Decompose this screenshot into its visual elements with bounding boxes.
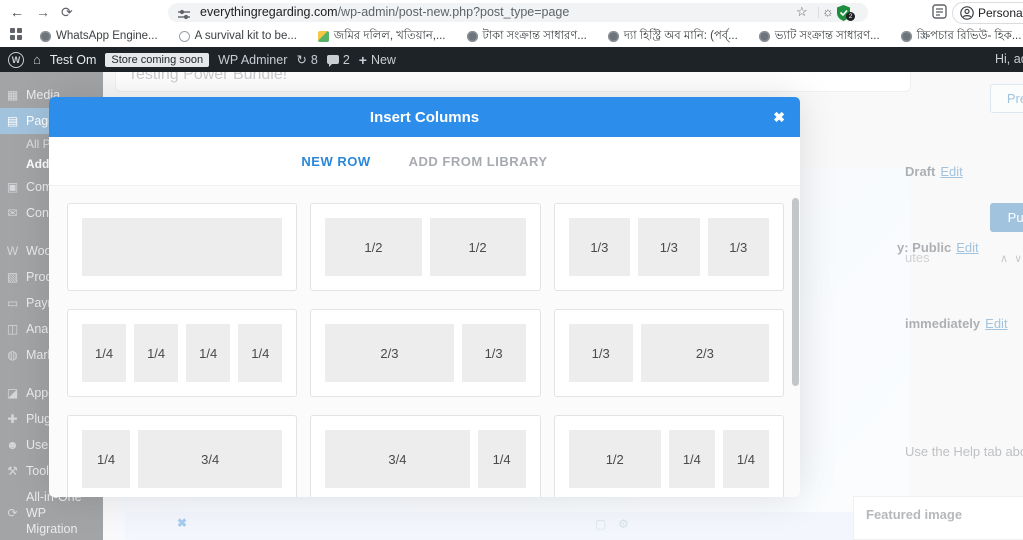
column-layout-option-quarter-three-quarters[interactable]: 1/43/4 xyxy=(67,415,297,497)
modal-close-icon[interactable]: ✖ xyxy=(773,97,785,137)
column-block: 1/2 xyxy=(430,218,526,276)
site-favicon-icon xyxy=(179,31,190,42)
bookmark-label: টাকা সংক্রান্ত সাধারণ... xyxy=(483,27,587,46)
profile-label: Personal xyxy=(978,6,1023,20)
globe-favicon-icon xyxy=(40,31,51,42)
globe-favicon-icon xyxy=(759,31,770,42)
column-block: 1/4 xyxy=(478,430,526,488)
store-coming-soon-badge: Store coming soon xyxy=(105,53,209,67)
bookmark-item-vat-songkranto[interactable]: ভ্যাট সংক্রান্ত সাধারণ... xyxy=(759,27,880,46)
address-bar[interactable]: everythingregarding.com/wp-admin/post-ne… xyxy=(168,3,868,22)
updates-icon: ↻ xyxy=(296,52,306,67)
column-block: 1/2 xyxy=(325,218,421,276)
column-layout-option-half-half[interactable]: 1/21/2 xyxy=(310,203,540,291)
new-label: New xyxy=(371,53,396,67)
bookmarks-list: WhatsApp Engine... A survival kit to be..… xyxy=(40,27,1023,46)
wp-adminer-link[interactable]: WP Adminer xyxy=(218,53,287,67)
brightness-extension-icon[interactable]: ☼ xyxy=(822,4,834,19)
column-block: 2/3 xyxy=(641,324,769,382)
column-block: 1/4 xyxy=(186,324,230,382)
column-block: 1/4 xyxy=(134,324,178,382)
column-block: 1/4 xyxy=(82,324,126,382)
bookmark-item-jomir-dolil[interactable]: জমির দলিল, খতিয়ান,... xyxy=(318,27,446,46)
comment-bubble-icon xyxy=(327,55,339,64)
column-block: 3/4 xyxy=(138,430,282,488)
bookmark-item-scripture-review[interactable]: স্ক্রিপচার রিভিউ- হিক... xyxy=(901,27,1022,46)
column-block: 2/3 xyxy=(325,324,453,382)
site-settings-icon[interactable] xyxy=(178,7,190,25)
modal-title: Insert Columns xyxy=(370,109,479,126)
site-name-link[interactable]: Test Om xyxy=(50,53,97,67)
wordpress-logo-icon[interactable]: W xyxy=(8,52,24,68)
column-block: 1/3 xyxy=(569,218,630,276)
bookmark-label: জমির দলিল, খতিয়ান,... xyxy=(334,27,446,46)
screen: ← → ⟳ everythingregarding.com/wp-admin/p… xyxy=(0,0,1023,540)
column-layout-option-half-quarter-quarter[interactable]: 1/21/41/4 xyxy=(554,415,784,497)
bookmark-item-history-of-money[interactable]: দ্যা হিস্ট্রি অব মানি: (পর্ব্... xyxy=(608,27,738,46)
new-content-menu[interactable]: + New xyxy=(359,52,396,68)
column-block: 1/3 xyxy=(569,324,633,382)
insert-columns-modal: Insert Columns ✖ NEW ROW ADD FROM LIBRAR… xyxy=(49,97,800,497)
browser-back-icon[interactable]: ← xyxy=(10,2,24,22)
browser-reload-icon[interactable]: ⟳ xyxy=(61,2,73,22)
shield-badge-count: 2 xyxy=(846,12,855,21)
wp-admin-workspace: ▦Media▤PagesAll PagesAdd Page▣Comments2✉… xyxy=(0,72,1023,540)
column-block: 1/4 xyxy=(82,430,130,488)
user-greeting[interactable]: Hi, ad xyxy=(995,47,1023,72)
modal-header: Insert Columns ✖ xyxy=(49,97,800,137)
wp-admin-bar: W ⌂ Test Om Store coming soon WP Adminer… xyxy=(0,47,1023,72)
column-block: 1/2 xyxy=(569,430,661,488)
reader-extension-icon[interactable] xyxy=(932,4,947,24)
bookmark-label: ভ্যাট সংক্রান্ত সাধারণ... xyxy=(775,27,880,46)
updates-count: 8 xyxy=(311,53,318,67)
apps-grid-icon[interactable] xyxy=(10,27,22,45)
column-block xyxy=(82,218,282,276)
column-block: 1/3 xyxy=(638,218,699,276)
person-icon xyxy=(960,6,974,20)
column-block: 1/3 xyxy=(708,218,769,276)
column-layout-grid: 1/21/21/31/31/31/41/41/41/42/31/31/32/31… xyxy=(49,186,800,497)
plus-icon: + xyxy=(359,52,367,68)
column-layout-option-third-two-thirds[interactable]: 1/32/3 xyxy=(554,309,784,397)
browser-forward-icon[interactable]: → xyxy=(36,2,50,22)
column-block: 1/3 xyxy=(462,324,526,382)
column-layout-option-fullwidth[interactable] xyxy=(67,203,297,291)
bookmark-item-whatsapp-engine[interactable]: WhatsApp Engine... xyxy=(40,30,158,42)
modal-tabs: NEW ROW ADD FROM LIBRARY xyxy=(49,137,800,186)
bookmark-star-icon[interactable]: ☆ xyxy=(796,4,808,20)
bookmark-label: স্ক্রিপচার রিভিউ- হিক... xyxy=(917,27,1022,46)
column-layout-option-two-thirds-third[interactable]: 2/31/3 xyxy=(310,309,540,397)
column-layout-option-thirds[interactable]: 1/31/31/3 xyxy=(554,203,784,291)
browser-profile-chip[interactable]: Personal xyxy=(952,2,1023,24)
column-layout-option-quarters[interactable]: 1/41/41/41/4 xyxy=(67,309,297,397)
column-block: 1/4 xyxy=(669,430,715,488)
tab-new-row[interactable]: NEW ROW xyxy=(301,154,370,169)
comments-indicator[interactable]: 2 xyxy=(327,53,350,67)
url-text: everythingregarding.com/wp-admin/post-ne… xyxy=(200,3,569,22)
browser-toolbar: ← → ⟳ everythingregarding.com/wp-admin/p… xyxy=(0,0,1023,25)
column-layout-option-three-quarters-quarter[interactable]: 3/41/4 xyxy=(310,415,540,497)
home-icon[interactable]: ⌂ xyxy=(33,52,41,67)
bookmarks-bar: WhatsApp Engine... A survival kit to be..… xyxy=(0,25,1023,47)
bookmark-item-survival-kit[interactable]: A survival kit to be... xyxy=(179,30,297,42)
column-block: 1/4 xyxy=(723,430,769,488)
tab-add-from-library[interactable]: ADD FROM LIBRARY xyxy=(409,154,548,169)
globe-favicon-icon xyxy=(901,31,912,42)
column-block: 1/4 xyxy=(238,324,282,382)
pill-divider xyxy=(818,7,819,18)
column-block: 3/4 xyxy=(325,430,469,488)
globe-favicon-icon xyxy=(608,31,619,42)
updates-indicator[interactable]: ↻ 8 xyxy=(296,52,317,67)
doc-favicon-icon xyxy=(318,31,329,42)
bookmark-label: A survival kit to be... xyxy=(195,30,297,42)
modal-scrollbar-thumb[interactable] xyxy=(792,198,799,386)
globe-favicon-icon xyxy=(467,31,478,42)
bookmark-label: WhatsApp Engine... xyxy=(56,30,158,42)
bookmark-label: দ্যা হিস্ট্রি অব মানি: (পর্ব্... xyxy=(624,27,738,46)
comments-count: 2 xyxy=(343,53,350,67)
bookmark-item-taka-songkranto[interactable]: টাকা সংক্রান্ত সাধারণ... xyxy=(467,27,587,46)
